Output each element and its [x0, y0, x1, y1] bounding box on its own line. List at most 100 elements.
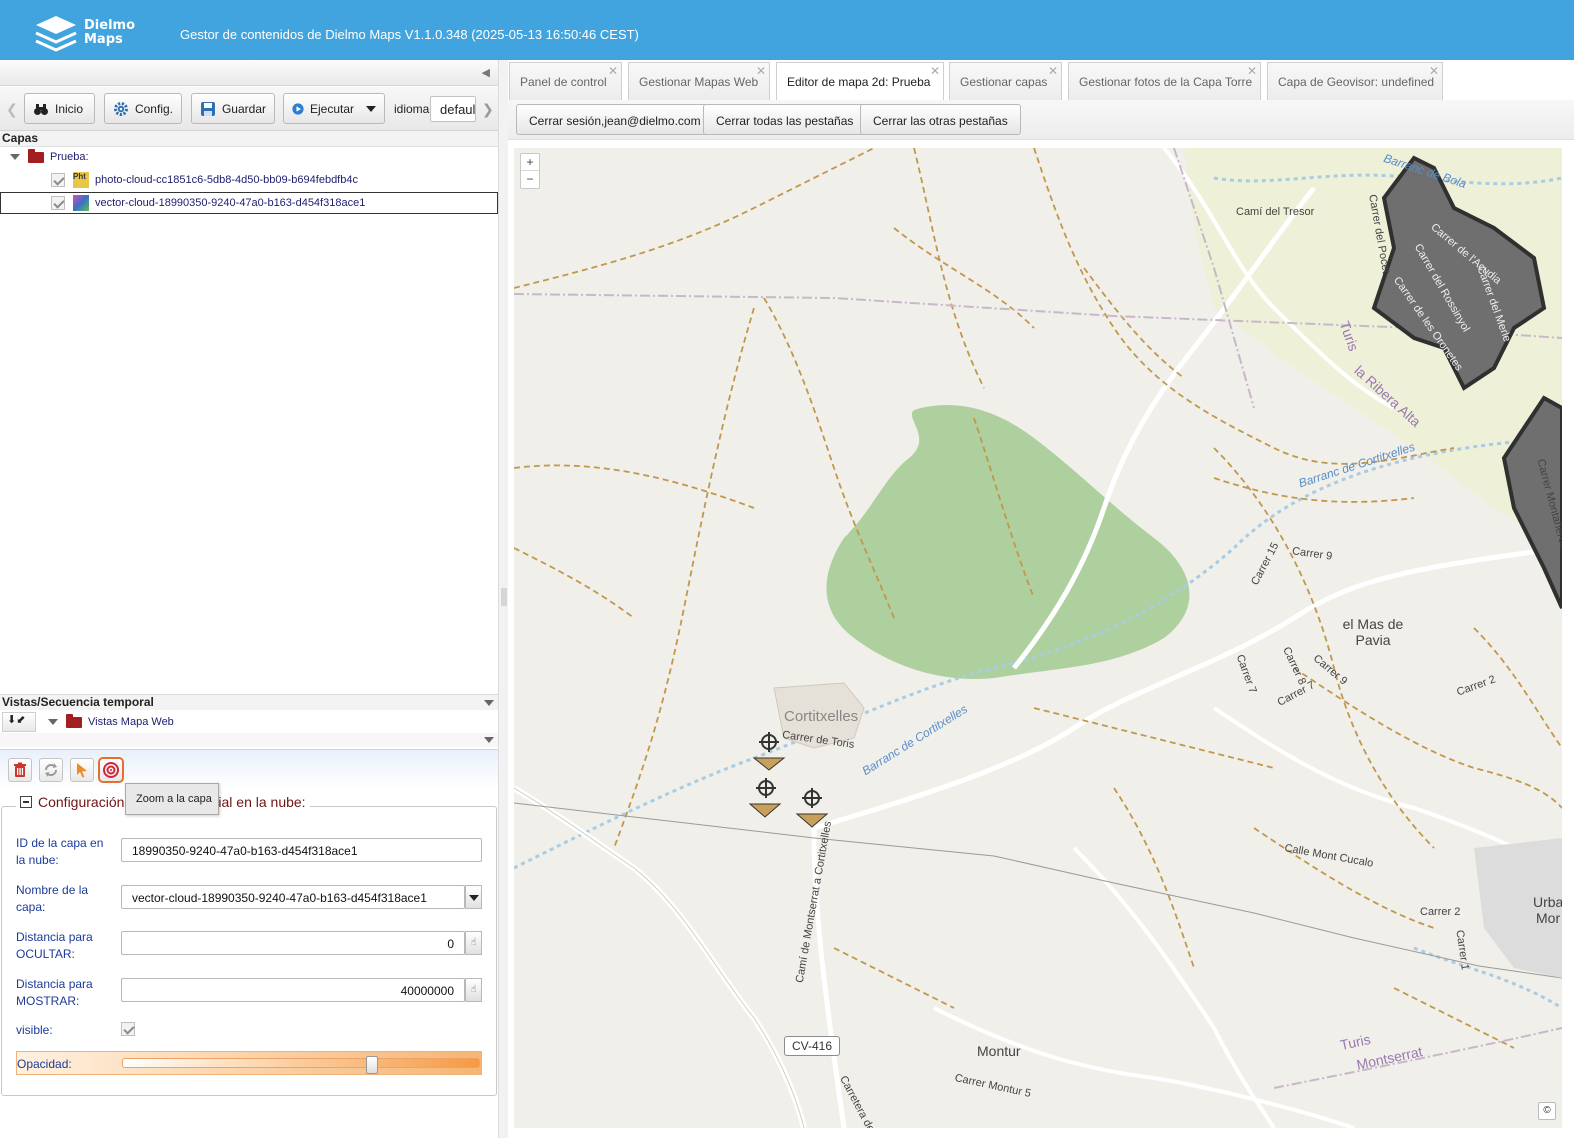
- views-group-label: Vistas Mapa Web: [88, 716, 174, 728]
- road-shield: CV-416: [784, 1036, 840, 1056]
- map-label: Camí del Tresor: [1236, 206, 1315, 218]
- delete-layer-button[interactable]: [8, 758, 32, 782]
- hide-distance-field[interactable]: 0: [121, 931, 465, 955]
- gear-icon: [113, 101, 128, 116]
- chevron-down-icon: [366, 105, 376, 112]
- idioma-label: idioma:: [394, 102, 433, 116]
- logo-line-2: Maps: [84, 32, 123, 47]
- logout-button[interactable]: Cerrar sesión,jean@dielmo.com: [516, 104, 714, 135]
- group-label: Prueba:: [50, 151, 89, 163]
- attribution-button[interactable]: ©: [1538, 1102, 1556, 1120]
- ejecutar-button[interactable]: Ejecutar: [283, 93, 385, 124]
- zoom-out-button[interactable]: −: [521, 171, 539, 188]
- config-button[interactable]: Config.: [104, 93, 182, 124]
- tab-gestionar-capas[interactable]: Gestionar capas ✕: [949, 62, 1062, 100]
- close-icon[interactable]: ✕: [930, 64, 940, 78]
- folder-icon: [28, 148, 44, 163]
- tab-label: Gestionar Mapas Web: [639, 75, 759, 89]
- splitter-handle[interactable]: [501, 588, 507, 606]
- tab-label: Capa de Geovisor: undefined: [1278, 75, 1435, 89]
- tab-panel-control[interactable]: Panel de control ✕: [509, 62, 622, 100]
- opacity-row: Opacidad:: [16, 1051, 482, 1075]
- cursor-icon: [77, 763, 87, 778]
- map-label: Montur: [977, 1043, 1021, 1059]
- map-canvas[interactable]: Camí del Tresor Barranc de Bola Carrer d…: [514, 148, 1562, 1128]
- idioma-select[interactable]: default: [430, 96, 476, 122]
- close-icon[interactable]: ✕: [1247, 64, 1257, 78]
- opacity-slider[interactable]: [122, 1056, 480, 1074]
- tab-gestionar-mapas[interactable]: Gestionar Mapas Web ✕: [628, 62, 770, 100]
- zoom-in-button[interactable]: +: [521, 154, 539, 171]
- layer-label: vector-cloud-18990350-9240-47a0-b163-d45…: [95, 197, 366, 209]
- tab-capa-geovisor[interactable]: Capa de Geovisor: undefined ✕: [1267, 62, 1443, 100]
- layer-label: photo-cloud-cc1851c6-5db8-4d50-bb09-b694…: [95, 174, 358, 186]
- close-other-tabs-button[interactable]: Cerrar las otras pestañas: [860, 104, 1021, 135]
- trash-icon: [14, 762, 26, 777]
- visible-label: visible:: [16, 1023, 53, 1037]
- refresh-layer-button[interactable]: [39, 758, 63, 782]
- inicio-button[interactable]: Inicio: [24, 93, 95, 124]
- collapse-fieldset-icon[interactable]: [20, 796, 32, 808]
- legend-end: ial en la nube:: [218, 794, 306, 810]
- legend-start: Configuración: [38, 794, 125, 810]
- config-label: Config.: [134, 101, 173, 116]
- tab-label: Gestionar fotos de la Capa Torre: [1079, 75, 1253, 89]
- vector-layer-icon: [73, 195, 89, 211]
- views-menu-button[interactable]: ⬇⬋: [2, 712, 36, 732]
- app-header: Dielmo Maps Gestor de contenidos de Diel…: [0, 0, 1574, 60]
- layer-name-combo[interactable]: vector-cloud-18990350-9240-47a0-b163-d45…: [121, 885, 465, 909]
- panel-collapse-bar: ◀: [0, 60, 498, 86]
- collapse-views-icon[interactable]: [484, 700, 494, 706]
- close-icon[interactable]: ✕: [608, 64, 618, 78]
- views-group[interactable]: Vistas Mapa Web: [48, 711, 174, 733]
- layer-group-prueba[interactable]: Prueba:: [10, 146, 89, 168]
- dielmo-logo-icon: [35, 16, 77, 52]
- layers-section-title: Capas: [0, 131, 498, 147]
- zoom-to-layer-button[interactable]: [98, 757, 124, 783]
- target-icon: [103, 762, 119, 778]
- expand-icon[interactable]: [48, 719, 58, 725]
- map-label: el Mas de Pavia: [1342, 616, 1404, 648]
- tab-gestionar-fotos[interactable]: Gestionar fotos de la Capa Torre ✕: [1068, 62, 1261, 100]
- close-icon[interactable]: ✕: [1429, 64, 1439, 78]
- logo-text: Dielmo Maps: [84, 19, 135, 47]
- layer-row-vector[interactable]: vector-cloud-18990350-9240-47a0-b163-d45…: [0, 192, 498, 214]
- properties-separator: [0, 733, 498, 747]
- views-section-title: Vistas/Secuencia temporal: [0, 694, 498, 710]
- inicio-label: Inicio: [55, 101, 84, 116]
- tab-label: Editor de mapa 2d: Prueba: [787, 75, 931, 89]
- opacity-slider-thumb[interactable]: [366, 1056, 379, 1074]
- layer-name-dropdown-button[interactable]: [465, 885, 482, 909]
- zoom-tooltip: Zoom a la capa: [125, 783, 219, 815]
- layer-row-photo[interactable]: Pht photo-cloud-cc1851c6-5db8-4d50-bb09-…: [51, 169, 358, 191]
- tab-editor-mapa[interactable]: Editor de mapa 2d: Prueba ✕: [776, 62, 944, 100]
- show-distance-label: Distancia para MOSTRAR:: [16, 977, 93, 1008]
- map-label: Cortitxelles: [784, 708, 859, 725]
- close-icon[interactable]: ✕: [756, 64, 766, 78]
- layer-id-label: ID de la capa en la nube:: [16, 836, 104, 867]
- play-icon: [292, 102, 304, 115]
- show-distance-spinner[interactable]: ☝: [465, 978, 482, 1002]
- toolbar-scroll-left-icon[interactable]: ❮: [6, 101, 18, 118]
- layer-name-label: Nombre de la capa:: [16, 883, 89, 914]
- layer-visibility-checkbox[interactable]: [51, 173, 65, 187]
- layer-visibility-checkbox[interactable]: [51, 196, 65, 210]
- expand-icon[interactable]: [10, 154, 20, 160]
- save-icon: [200, 101, 215, 116]
- select-tool-button[interactable]: [70, 758, 94, 782]
- visible-checkbox[interactable]: [121, 1022, 135, 1036]
- collapse-left-icon[interactable]: ◀: [482, 66, 490, 79]
- close-icon[interactable]: ✕: [1048, 64, 1058, 78]
- tab-label: Panel de control: [520, 75, 607, 89]
- guardar-button[interactable]: Guardar: [191, 93, 275, 124]
- hide-distance-spinner[interactable]: ☝: [465, 931, 482, 955]
- folder-icon: [66, 713, 82, 728]
- close-all-tabs-button[interactable]: Cerrar todas las pestañas: [703, 104, 867, 135]
- toolbar-scroll-right-icon[interactable]: ❯: [482, 101, 494, 118]
- layer-id-field[interactable]: 18990350-9240-47a0-b163-d454f318ace1: [121, 838, 482, 862]
- map-label: Carrer 2: [1420, 906, 1461, 918]
- collapse-properties-icon[interactable]: [484, 737, 494, 743]
- panel-splitter[interactable]: [498, 60, 508, 1138]
- show-distance-field[interactable]: 40000000: [121, 978, 465, 1002]
- guardar-label: Guardar: [221, 101, 266, 116]
